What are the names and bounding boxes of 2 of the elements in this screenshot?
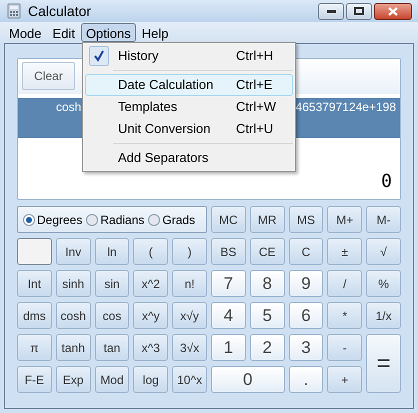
window-title: Calculator (28, 2, 92, 20)
display-value: 0 (381, 170, 392, 194)
